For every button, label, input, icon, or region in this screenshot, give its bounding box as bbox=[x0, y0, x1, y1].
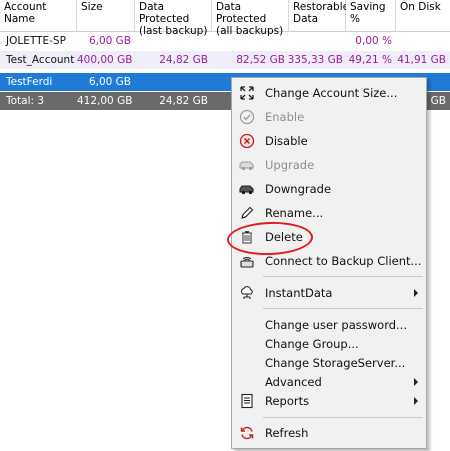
header-label: Account Name bbox=[4, 1, 47, 25]
total-label: Total: 3 bbox=[6, 95, 45, 107]
menu-item-refresh[interactable]: Refresh bbox=[234, 421, 424, 445]
menu-item-disable[interactable]: Disable bbox=[234, 129, 424, 153]
size-cell: 6,00 GB bbox=[88, 35, 131, 47]
column-header-data-protected-last[interactable]: Data Protected (last backup) bbox=[135, 0, 212, 37]
data-protected-all-cell: 82,52 GB bbox=[236, 54, 285, 66]
menu-item-label: Refresh bbox=[265, 426, 309, 440]
resize-arrows-icon bbox=[240, 86, 254, 100]
column-header-size[interactable]: Size bbox=[77, 0, 135, 32]
total-data-protected-last: 24,82 GB bbox=[159, 95, 208, 107]
column-header-data-protected-all[interactable]: Data Protected (all backups) bbox=[212, 0, 289, 37]
on-disk-cell: 41,91 GB bbox=[397, 54, 446, 66]
table-row[interactable]: Test_Account 400,00 GB 24,82 GB 82,52 GB… bbox=[0, 51, 450, 69]
header-label: Data bbox=[293, 13, 319, 25]
header-label: Saving % bbox=[350, 1, 386, 25]
trash-icon bbox=[242, 231, 252, 244]
report-icon bbox=[241, 393, 253, 409]
menu-item-change-account-size[interactable]: Change Account Size... bbox=[234, 81, 424, 105]
submenu-arrow-icon bbox=[414, 397, 418, 405]
cloud-tree-icon bbox=[241, 286, 253, 299]
header-label: Data Protected bbox=[216, 1, 267, 25]
menu-separator bbox=[263, 417, 423, 418]
menu-item-upgrade[interactable]: Upgrade bbox=[234, 153, 424, 177]
menu-item-label: Disable bbox=[265, 134, 308, 148]
column-header-on-disk[interactable]: On Disk bbox=[396, 0, 450, 32]
size-cell: 6,00 GB bbox=[88, 76, 131, 88]
data-protected-last-cell: 24,82 GB bbox=[159, 54, 208, 66]
menu-item-connect-backup-client[interactable]: Connect to Backup Client... bbox=[234, 249, 424, 273]
check-circle-icon bbox=[239, 109, 255, 125]
menu-item-instantdata[interactable]: InstantData bbox=[234, 281, 424, 305]
account-name-cell: TestFerdi bbox=[6, 76, 53, 88]
restorable-data-cell: 335,33 GB bbox=[287, 54, 343, 66]
submenu-arrow-icon bbox=[414, 289, 418, 297]
menu-item-label: Reports bbox=[265, 394, 310, 408]
menu-separator bbox=[263, 276, 423, 277]
menu-item-label: Enable bbox=[265, 110, 305, 124]
context-menu: Change Account Size... Enable Disable Up… bbox=[231, 77, 427, 449]
header-label: Restorable bbox=[293, 1, 350, 13]
menu-item-rename[interactable]: Rename... bbox=[234, 201, 424, 225]
menu-item-label: Change Account Size... bbox=[265, 86, 398, 100]
header-label: Size bbox=[81, 1, 103, 13]
menu-item-label: Upgrade bbox=[265, 158, 315, 172]
menu-item-downgrade[interactable]: Downgrade bbox=[234, 177, 424, 201]
column-header-saving[interactable]: Saving % bbox=[346, 0, 396, 32]
x-circle-icon bbox=[239, 133, 255, 149]
upgrade-car-icon bbox=[239, 161, 254, 171]
column-header-account-name[interactable]: Account Name bbox=[0, 0, 77, 32]
menu-separator bbox=[263, 308, 423, 309]
pencil-icon bbox=[241, 206, 254, 219]
menu-item-enable[interactable]: Enable bbox=[234, 105, 424, 129]
submenu-arrow-icon bbox=[414, 378, 418, 386]
refresh-icon bbox=[240, 426, 254, 440]
total-size: 412,00 GB bbox=[77, 95, 133, 107]
menu-item-label: Downgrade bbox=[265, 182, 332, 196]
table-row[interactable]: JOLETTE-SP 6,00 GB 0,00 % bbox=[0, 32, 450, 50]
menu-item-label: Delete bbox=[265, 230, 303, 244]
menu-item-label: Connect to Backup Client... bbox=[265, 254, 422, 268]
menu-item-reports[interactable]: Reports bbox=[234, 389, 424, 413]
header-label: Data Protected bbox=[139, 1, 190, 25]
menu-item-label: Rename... bbox=[265, 206, 324, 220]
menu-item-label: InstantData bbox=[265, 286, 333, 300]
downgrade-car-icon bbox=[239, 185, 254, 195]
menu-item-delete[interactable]: Delete bbox=[234, 225, 424, 249]
remote-connect-icon bbox=[240, 257, 254, 268]
column-header-restorable-data[interactable]: Restorable Data bbox=[289, 0, 350, 32]
saving-cell: 0,00 % bbox=[355, 35, 392, 47]
header-label: On Disk bbox=[400, 1, 441, 13]
saving-cell: 49,21 % bbox=[348, 54, 392, 66]
account-name-cell: Test_Account bbox=[6, 54, 75, 66]
size-cell: 400,00 GB bbox=[77, 54, 133, 66]
account-name-cell: JOLETTE-SP bbox=[6, 35, 66, 47]
